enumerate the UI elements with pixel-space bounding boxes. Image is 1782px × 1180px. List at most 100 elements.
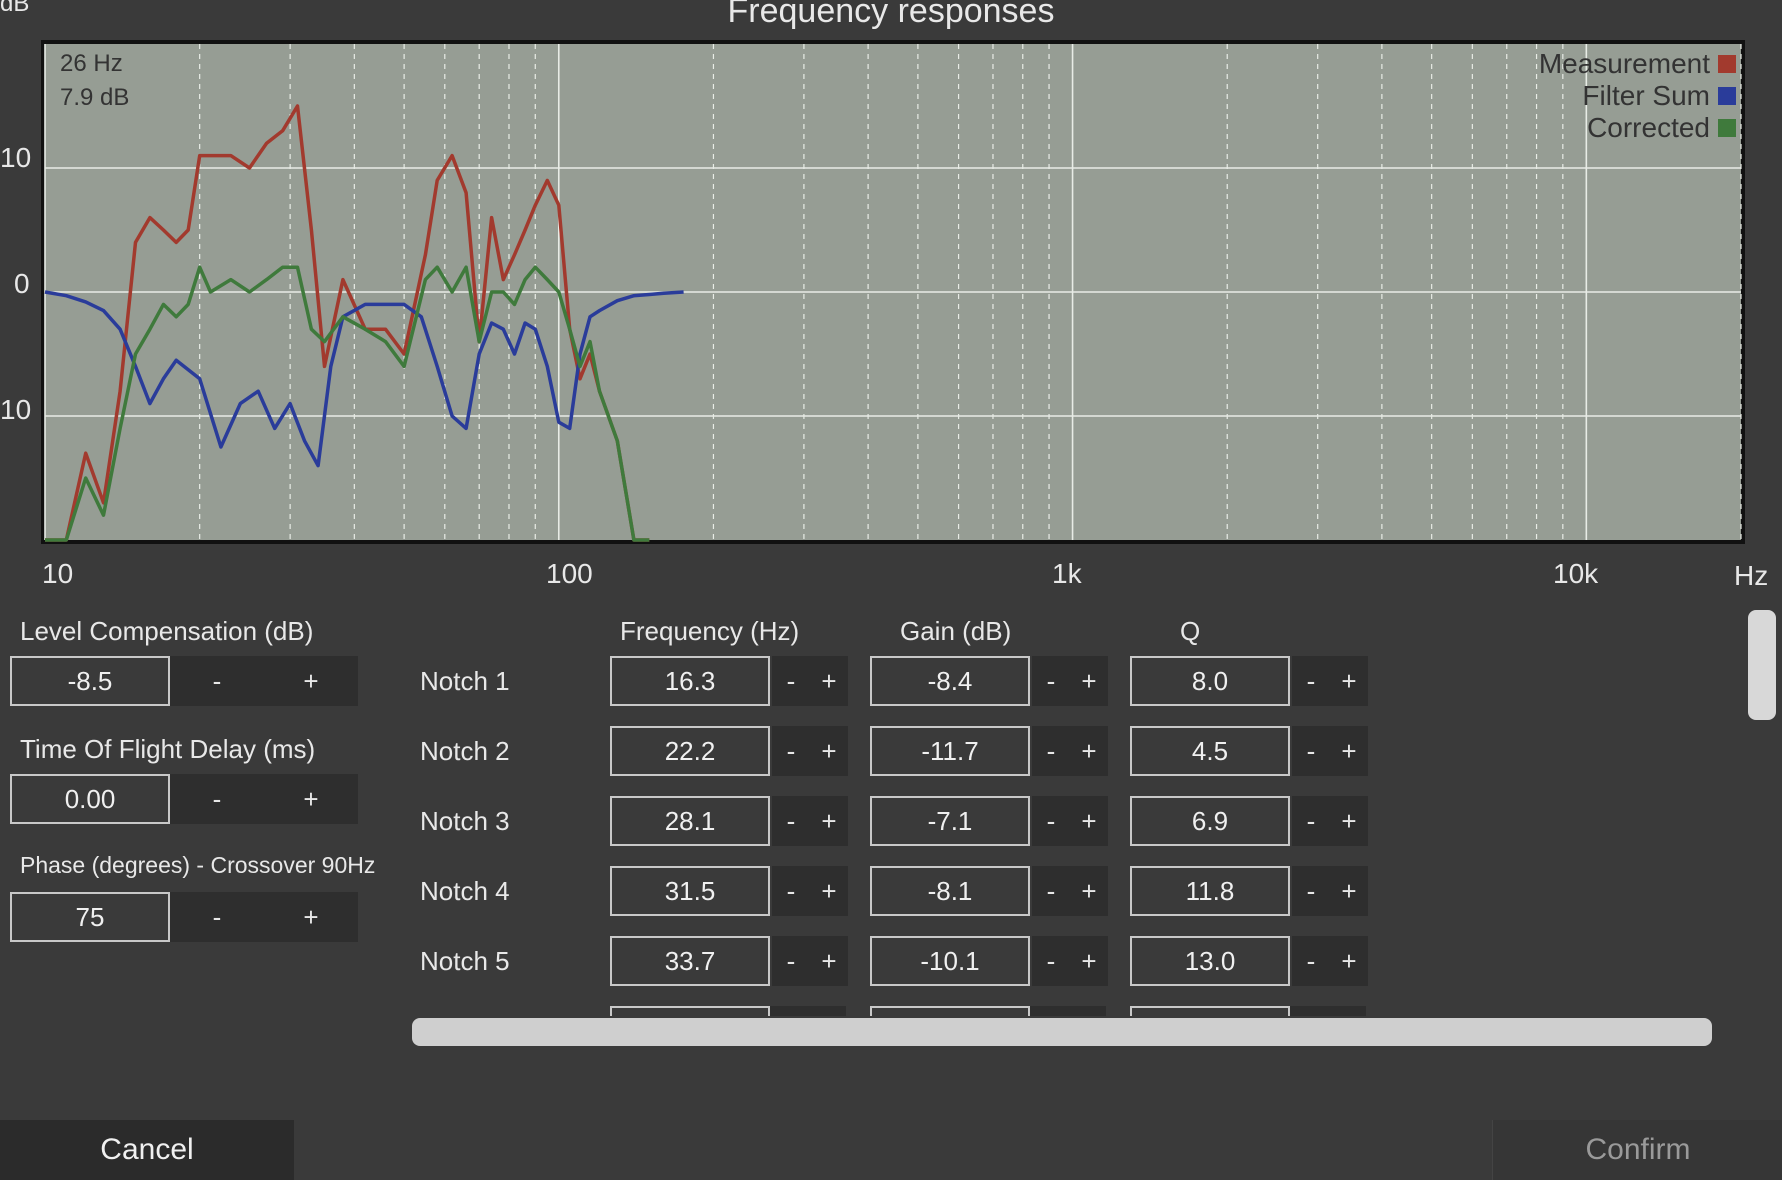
notch-q-input[interactable]: 4.5 [1130,726,1290,776]
level-compensation-stepper: -8.5 - + [10,656,358,706]
notch-gain-decrement-button[interactable]: - [1032,866,1070,916]
notch-gain-input[interactable]: -10.1 [870,936,1030,986]
notch-gain-increment-button[interactable]: + [1070,866,1108,916]
notch-q-input[interactable] [1130,1006,1290,1016]
notch-gain-decrement-button[interactable]: - [1032,796,1070,846]
phase-stepper: 75 - + [10,892,358,942]
notch-q-decrement-button[interactable]: - [1292,796,1330,846]
delay-stepper: 0.00 - + [10,774,358,824]
notch-gain-stepper: -11.7- + [870,726,1108,776]
notch-gain-input[interactable] [870,1006,1030,1016]
horizontal-scrollbar[interactable] [412,1018,1712,1046]
notch-gain-stepper: -8.4- + [870,656,1108,706]
notch-q-stepper: 13.0- + [1130,936,1368,986]
notch-q-increment-button[interactable]: + [1330,796,1368,846]
notch-q-increment-button[interactable]: + [1330,656,1368,706]
notch-gain-increment-button[interactable]: + [1070,936,1108,986]
phase-decrement-button[interactable]: - [170,892,264,942]
notch-q-input[interactable]: 6.9 [1130,796,1290,846]
q-column-header: Q [1180,616,1201,646]
legend-item-corrected: Corrected [1587,112,1736,144]
notch-q-decrement-button[interactable]: - [1292,656,1330,706]
level-compensation-label: Level Compensation (dB) [20,616,314,646]
notch-gain-increment-button[interactable]: + [1070,656,1108,706]
notch-frequency-increment-button[interactable]: + [810,656,848,706]
delay-increment-button[interactable]: + [264,774,358,824]
notch-q-input[interactable]: 13.0 [1130,936,1290,986]
x-tick-label: 10 [42,558,74,589]
notch-frequency-stepper-buttons[interactable] [770,1006,846,1016]
confirm-button[interactable]: Confirm [1492,1120,1782,1180]
notch-gain-stepper: -7.1- + [870,796,1108,846]
notch-gain-decrement-button[interactable]: - [1032,656,1070,706]
notch-gain-input[interactable]: -11.7 [870,726,1030,776]
notch-frequency-input[interactable]: 31.5 [610,866,770,916]
legend-item-measurement: Measurement [1539,48,1736,80]
notch-label: Notch 5 [420,946,510,976]
notch-frequency-decrement-button[interactable]: - [772,936,810,986]
notch-frequency-decrement-button[interactable]: - [772,796,810,846]
notch-q-stepper-buttons[interactable] [1290,1006,1366,1016]
legend-swatch [1718,55,1736,73]
notch-frequency-stepper: 16.3- + [610,656,848,706]
notch-gain-increment-button[interactable]: + [1070,726,1108,776]
notch-frequency-decrement-button[interactable]: - [772,656,810,706]
legend-swatch [1718,119,1736,137]
level-decrement-button[interactable]: - [170,656,264,706]
notch-frequency-increment-button[interactable]: + [810,936,848,986]
level-increment-button[interactable]: + [264,656,358,706]
notch-gain-input[interactable]: -8.1 [870,866,1030,916]
notch-frequency-decrement-button[interactable]: - [772,726,810,776]
notch-frequency-stepper: 33.7- + [610,936,848,986]
cursor-level-readout: 7.9 dB [60,84,130,111]
notch-gain-input[interactable]: -8.4 [870,656,1030,706]
notch-frequency-stepper: 22.2- + [610,726,848,776]
notch-frequency-decrement-button[interactable]: - [772,866,810,916]
notch-frequency-input[interactable]: 16.3 [610,656,770,706]
notch-q-stepper: 6.9- + [1130,796,1368,846]
y-tick-label: 10 [0,142,32,173]
notch-q-decrement-button[interactable]: - [1292,936,1330,986]
notch-gain-increment-button[interactable]: + [1070,796,1108,846]
legend-item-filter-sum: Filter Sum [1582,80,1736,112]
notch-frequency-input[interactable]: 28.1 [610,796,770,846]
legend-swatch [1718,87,1736,105]
notch-gain-stepper-buttons[interactable] [1030,1006,1106,1016]
notch-frequency-input[interactable]: 22.2 [610,726,770,776]
phase-input[interactable]: 75 [10,892,170,942]
notch-q-increment-button[interactable]: + [1330,866,1368,916]
vertical-scrollbar[interactable] [1748,610,1776,720]
notch-frequency-input[interactable] [610,1006,770,1016]
cancel-button[interactable]: Cancel [0,1120,294,1180]
legend-label: Measurement [1538,48,1710,79]
notch-q-decrement-button[interactable]: - [1292,726,1330,776]
legend-label: Corrected [1587,112,1710,143]
frequency-column-header: Frequency (Hz) [620,616,800,646]
notch-gain-stepper: -10.1- + [870,936,1108,986]
notch-frequency-increment-button[interactable]: + [810,796,848,846]
notch-q-stepper: 11.8- + [1130,866,1368,916]
legend: Measurement Filter Sum Corrected [1400,48,1736,148]
notch-q-input[interactable]: 11.8 [1130,866,1290,916]
level-compensation-input[interactable]: -8.5 [10,656,170,706]
notch-gain-decrement-button[interactable]: - [1032,936,1070,986]
notch-gain-input[interactable]: -7.1 [870,796,1030,846]
notch-q-increment-button[interactable]: + [1330,726,1368,776]
notch-q-decrement-button[interactable]: - [1292,866,1330,916]
notch-q-input[interactable]: 8.0 [1130,656,1290,706]
notch-label: Notch 3 [420,806,510,836]
notch-frequency-stepper: 28.1- + [610,796,848,846]
phase-label: Phase (degrees) - Crossover 90Hz [20,852,376,878]
y-tick-label: 10 [0,394,32,425]
delay-decrement-button[interactable]: - [170,774,264,824]
notch-frequency-stepper: 31.5- + [610,866,848,916]
phase-increment-button[interactable]: + [264,892,358,942]
notch-frequency-increment-button[interactable]: + [810,726,848,776]
notch-frequency-input[interactable]: 33.7 [610,936,770,986]
delay-input[interactable]: 0.00 [10,774,170,824]
notch-gain-decrement-button[interactable]: - [1032,726,1070,776]
notch-frequency-increment-button[interactable]: + [810,866,848,916]
notch-q-increment-button[interactable]: + [1330,936,1368,986]
notch-label: Notch 2 [420,736,510,766]
legend-label: Filter Sum [1582,80,1710,111]
